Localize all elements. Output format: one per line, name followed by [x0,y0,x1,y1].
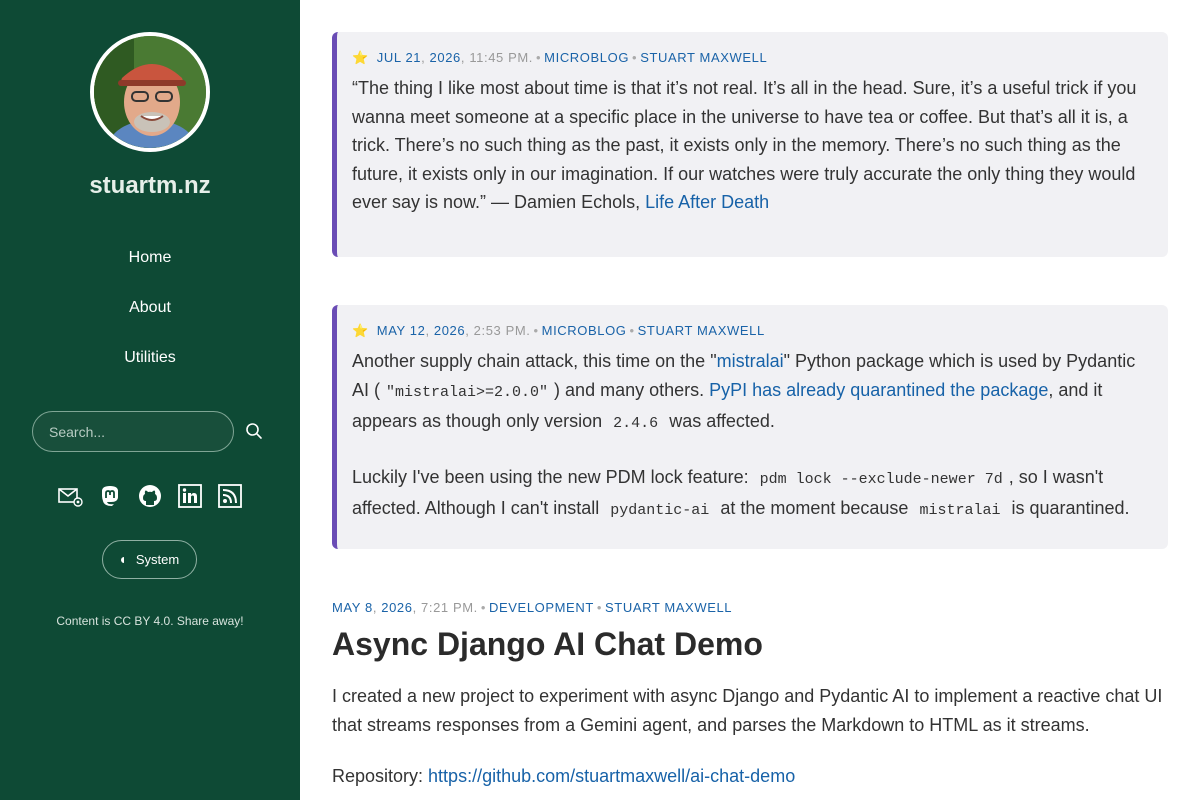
sidebar: stuartm.nz Home About Utilities System C… [0,0,300,800]
post-time: 7:21 PM. [421,600,478,615]
linkedin-icon[interactable] [178,484,202,508]
pypi-link[interactable]: PyPI has already quarantined the package [709,380,1048,400]
post-paragraph: Another supply chain attack, this time o… [352,347,1148,439]
post-meta: ⭐ JUL 21, 2026, 11:45 PM. • MICROBLOG • STUAR… [352,50,768,65]
post-year-link[interactable]: 2026 [381,600,412,615]
theme-toggle-button[interactable]: System [102,540,197,579]
search-icon[interactable] [244,421,264,441]
post-author-link[interactable]: STUART MAXWELL [640,50,767,65]
theme-label: System [135,552,180,567]
post-body: I created a new project to experiment wi… [332,686,1163,735]
post-category-link[interactable]: MICROBLOG [544,50,629,65]
post-body: “The thing I like most about time is tha… [352,74,1148,217]
avatar[interactable] [90,32,210,152]
post-date-link[interactable]: JUL 21 [377,50,421,65]
inline-code: mistralai [919,502,1001,519]
repo-line: Repository: https://github.com/stuartmax… [332,762,1168,791]
book-link[interactable]: Life After Death [645,192,769,212]
site-title[interactable]: stuartm.nz [0,172,300,200]
post-card: ⭐ MAY 12, 2026, 2:53 PM. • MICROBLOG • STUART… [332,305,1168,549]
inline-code: pydantic-ai [610,502,710,519]
post-time: 2:53 PM. [473,323,531,338]
post-category-link[interactable]: MICROBLOG [542,323,627,338]
github-icon[interactable] [138,484,162,508]
nav-about[interactable]: About [0,299,300,317]
rss-icon[interactable] [218,484,242,508]
text: is quarantined. [1006,498,1130,518]
text: at the moment because [715,498,914,518]
license-text: Content is CC BY 4.0. Share away! [56,614,244,628]
search-input[interactable] [32,411,234,452]
repo-label: Repository: [332,766,429,786]
post-date-link[interactable]: MAY 12 [377,323,426,338]
post-card: ⭐ JUL 21, 2026, 11:45 PM. • MICROBLOG • STUAR… [332,32,1168,257]
post-year-link[interactable]: 2026 [430,50,461,65]
half-moon-icon [120,552,128,567]
post-year-link[interactable]: 2026 [434,323,465,338]
mastodon-icon[interactable] [98,484,122,508]
post-date-link[interactable]: MAY 8 [332,600,373,615]
avatar-photo [94,36,206,148]
text: ) and many others. [554,379,710,400]
text: Luckily I've been using the new PDM lock… [352,466,754,487]
post-title[interactable]: Async Django AI Chat Demo [332,626,763,663]
post-meta: MAY 8, 2026, 7:21 PM. • DEVELOPMENT • STUART… [332,600,733,615]
post-author-link[interactable]: STUART MAXWELL [638,323,765,338]
star-icon: ⭐ [352,50,369,65]
repo-link[interactable]: https://github.com/stuartmaxwell/ai-chat… [428,766,795,786]
mistralai-link[interactable]: mistralai [717,351,784,371]
inline-code: 2.4.6 [613,415,659,432]
post-category-link[interactable]: DEVELOPMENT [489,600,594,615]
post-author-link[interactable]: STUART MAXWELL [605,600,732,615]
inline-code: pdm lock --exclude-newer 7d [759,470,1003,488]
text: Another supply chain attack, this time o… [352,351,717,371]
post-meta: ⭐ MAY 12, 2026, 2:53 PM. • MICROBLOG • STUART… [352,323,765,338]
email-icon[interactable] [58,484,83,508]
nav-home[interactable]: Home [0,249,300,267]
nav-utilities[interactable]: Utilities [0,349,300,367]
inline-code: "mistralai>=2.0.0" [386,383,549,401]
post-time: 11:45 PM. [469,50,534,65]
text: was affected. [664,411,775,431]
post-paragraph: Luckily I've been using the new PDM lock… [352,463,1148,526]
star-icon: ⭐ [352,323,369,338]
